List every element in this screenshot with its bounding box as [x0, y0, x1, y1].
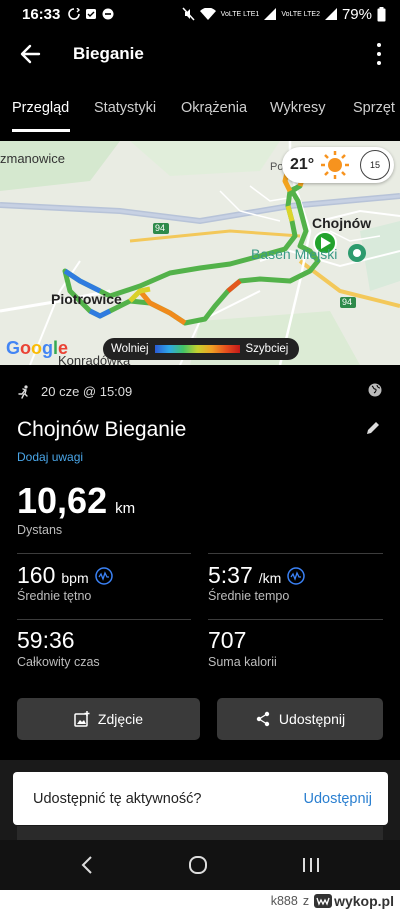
tab-bar: Przegląd Statystyki Okrążenia Wykresy Sp…: [0, 90, 400, 134]
globe-icon[interactable]: [368, 383, 382, 397]
wykop-logo: wykop.pl: [314, 893, 394, 909]
wifi-icon: [199, 7, 216, 20]
avg-pace: 5:37 /km: [208, 562, 306, 589]
wykop-logo-icon: [314, 894, 333, 908]
active-tab-indicator: [12, 129, 70, 132]
tab-okrazenia[interactable]: Okrążenia: [181, 100, 247, 116]
battery-percent: 79%: [341, 5, 372, 23]
heart-rate-chart-icon[interactable]: [94, 566, 113, 585]
avg-hr-unit: bpm: [61, 570, 89, 586]
avg-heart-rate: 160 bpm: [17, 562, 113, 589]
avg-hr-value: 160: [17, 562, 56, 588]
watermark-site: wykop.pl: [334, 893, 394, 909]
status-bar: 16:33 VoLTE LTE1 VoLTE LTE2 79%: [0, 0, 400, 28]
weather-badge: 21° 15: [282, 147, 394, 183]
running-icon: [18, 384, 28, 399]
speed-gradient: [154, 345, 240, 353]
road-94-b: 94: [342, 297, 353, 307]
system-nav-bar: [0, 840, 400, 890]
legend-fast-label: Szybciej: [245, 343, 289, 355]
divider: [17, 553, 191, 554]
share-prompt-card: Udostępnić tę aktywność? Udostępnij: [13, 772, 388, 825]
activity-title: Chojnów Bieganie: [17, 418, 187, 441]
divider: [17, 619, 191, 620]
total-time-label: Całkowity czas: [17, 655, 100, 669]
map-place-chojnow: Chojnów: [312, 215, 372, 231]
divider: [208, 553, 383, 554]
share-question: Udostępnić tę aktywność?: [33, 790, 202, 807]
phone-screen: 16:33 VoLTE LTE1 VoLTE LTE2 79% Bieganie…: [0, 0, 400, 890]
status-right: VoLTE LTE1 VoLTE LTE2 79%: [181, 6, 386, 23]
map-place-piotrowice: Piotrowice: [51, 291, 122, 307]
app-bar: Bieganie: [0, 28, 400, 80]
mute-icon: [182, 7, 195, 21]
avg-pace-value: 5:37: [208, 562, 253, 588]
add-notes-link[interactable]: Dodaj uwagi: [17, 450, 83, 464]
battery-icon: [377, 6, 386, 21]
distance-value: 10,62 km: [17, 480, 135, 522]
do-not-disturb-icon: [102, 8, 114, 20]
road-94-a: 94: [155, 223, 166, 233]
total-time-value: 59:36: [17, 627, 75, 653]
distance-number: 10,62: [17, 480, 108, 521]
network-label-2: VoLTE LTE2: [281, 10, 320, 18]
distance-unit: km: [115, 500, 136, 517]
calories: 707: [208, 627, 246, 654]
pace-chart-icon[interactable]: [287, 566, 306, 585]
temperature: 21°: [290, 156, 315, 173]
tab-przeglad[interactable]: Przegląd: [12, 100, 69, 116]
total-time: 59:36: [17, 627, 75, 654]
status-time: 16:33: [22, 5, 61, 23]
photo-button-label: Zdjęcie: [97, 711, 144, 727]
tab-statystyki[interactable]: Statystyki: [94, 100, 156, 116]
network-label-1: VoLTE LTE1: [220, 10, 260, 18]
sun-icon: [321, 151, 350, 179]
watermark-user: k888: [270, 894, 298, 908]
calories-value: 707: [208, 627, 247, 653]
add-photo-icon: [74, 711, 90, 727]
wind-speed: 15: [360, 150, 390, 180]
avg-pace-label: Średnie tempo: [208, 589, 290, 603]
tab-sprzet[interactable]: Sprzęt: [353, 100, 395, 116]
mail-icon: [86, 9, 97, 19]
tab-wykresy[interactable]: Wykresy: [270, 100, 325, 116]
activity-date: 20 cze @ 15:09: [41, 384, 133, 399]
map-place-basen: Basen Miejski: [251, 246, 338, 262]
legend-slow-label: Wolniej: [111, 343, 149, 355]
nav-recents-icon[interactable]: [302, 856, 320, 874]
page-title: Bieganie: [73, 44, 144, 63]
share-button[interactable]: Udostępnij: [217, 698, 383, 740]
map-place-zmanowice: zmanowice: [0, 151, 66, 166]
speed-legend: Wolniej Szybciej: [103, 338, 299, 360]
share-icon: [256, 711, 270, 727]
divider: [208, 619, 383, 620]
avg-hr-label: Średnie tętno: [17, 589, 92, 603]
activity-meta: 20 cze @ 15:09: [17, 384, 132, 399]
notification-icons: [68, 8, 114, 20]
edit-icon[interactable]: [364, 419, 382, 437]
watermark-sep: z: [302, 894, 310, 908]
nav-back-icon[interactable]: [80, 856, 94, 874]
signal-icon-2: [324, 8, 337, 20]
share-prompt-action[interactable]: Udostępnij: [303, 791, 372, 807]
nav-home-icon[interactable]: [188, 856, 208, 874]
more-options-icon[interactable]: [376, 43, 382, 65]
back-arrow-icon[interactable]: [17, 41, 43, 67]
add-photo-button[interactable]: Zdjęcie: [17, 698, 200, 740]
share-button-label: Udostępnij: [278, 711, 346, 727]
google-logo: Google: [6, 338, 69, 358]
avg-pace-unit: /km: [258, 570, 282, 586]
calories-label: Suma kalorii: [208, 655, 277, 669]
sync-icon: [68, 8, 81, 20]
distance-label: Dystans: [17, 523, 63, 537]
signal-icon-1: [264, 8, 277, 20]
watermark: k888 z wykop.pl: [271, 893, 394, 909]
